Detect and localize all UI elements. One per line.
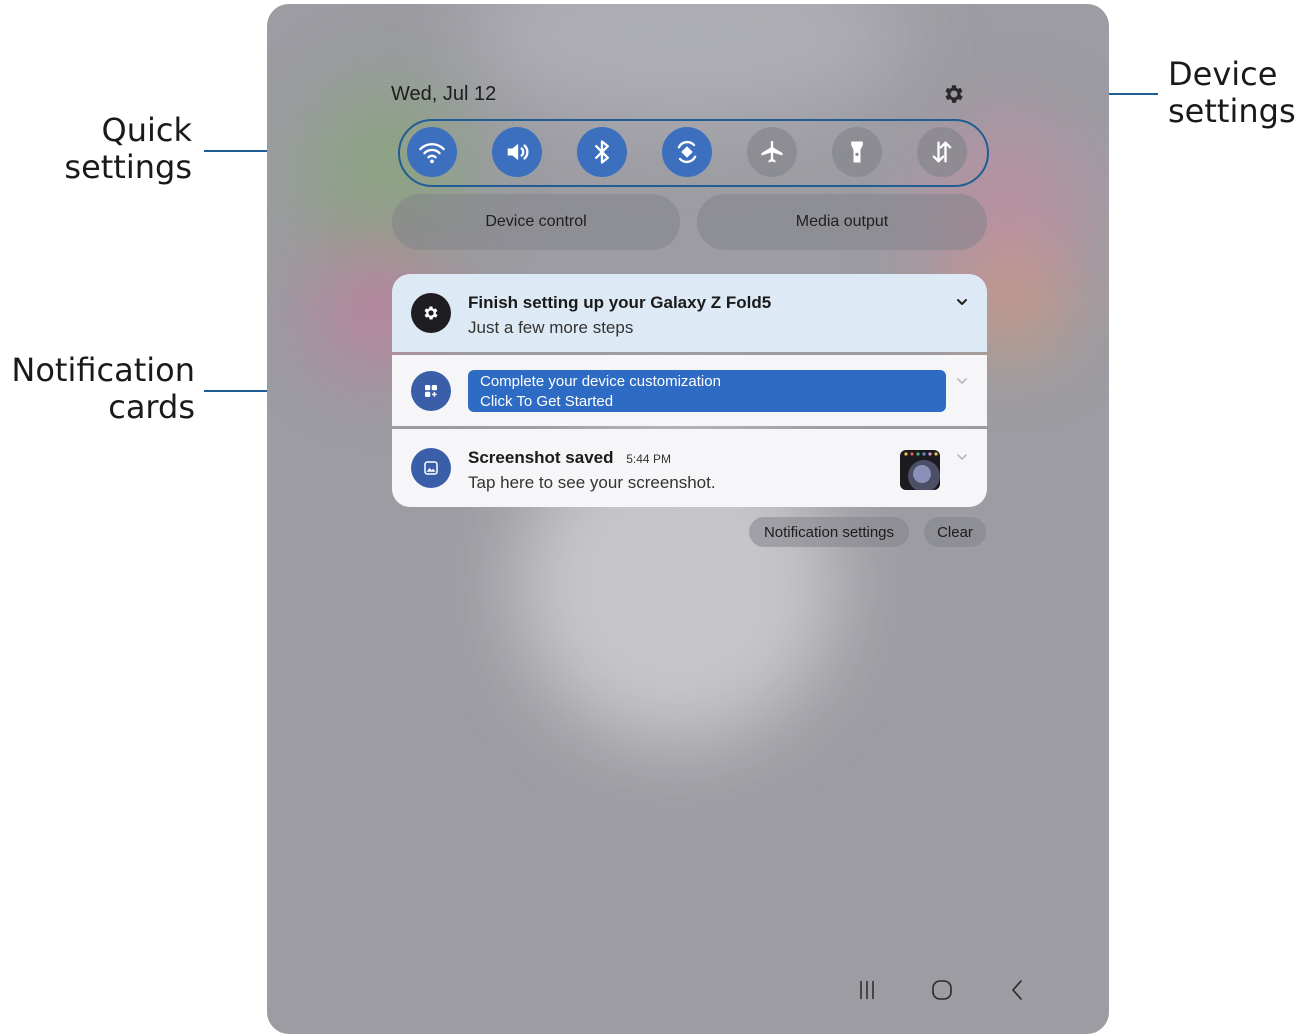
chevron-down-icon[interactable] bbox=[955, 374, 969, 388]
callout-text: Notification bbox=[11, 351, 195, 389]
notification-title-text: Screenshot saved bbox=[468, 448, 614, 467]
callout-device-settings: Device settings bbox=[1168, 56, 1303, 130]
airplane-toggle[interactable] bbox=[747, 127, 797, 177]
notification-title: Complete your device customization bbox=[480, 373, 721, 390]
notification-card-setup[interactable]: Finish setting up your Galaxy Z Fold5 Ju… bbox=[392, 274, 987, 352]
mobile-data-icon bbox=[932, 141, 952, 163]
notification-time: 5:44 PM bbox=[626, 452, 671, 466]
screenshot-thumbnail bbox=[900, 450, 940, 490]
sound-toggle[interactable] bbox=[492, 127, 542, 177]
home-icon[interactable] bbox=[930, 978, 954, 1002]
notification-title: Finish setting up your Galaxy Z Fold5 bbox=[468, 293, 772, 312]
airplane-icon bbox=[761, 140, 783, 163]
notification-settings-button[interactable]: Notification settings bbox=[749, 517, 909, 547]
callout-text: settings bbox=[1168, 92, 1296, 130]
callout-text: Quick bbox=[101, 111, 192, 149]
customize-icon bbox=[411, 371, 451, 411]
device-control-button[interactable]: Device control bbox=[392, 194, 680, 250]
auto-rotate-icon bbox=[677, 140, 697, 164]
callout-notification-cards: Notification cards bbox=[2, 352, 195, 426]
bluetooth-toggle[interactable] bbox=[577, 127, 627, 177]
notification-title: Screenshot saved 5:44 PM bbox=[468, 448, 671, 468]
back-icon[interactable] bbox=[1005, 978, 1029, 1002]
notification-card-screenshot[interactable]: Screenshot saved 5:44 PM Tap here to see… bbox=[392, 429, 987, 507]
tablet-screen: Wed, Jul 12 Device control Media output … bbox=[267, 4, 1109, 1034]
sound-icon bbox=[507, 143, 529, 161]
mobile-data-toggle[interactable] bbox=[917, 127, 967, 177]
clear-button[interactable]: Clear bbox=[924, 517, 986, 547]
bluetooth-icon bbox=[595, 140, 609, 164]
auto-rotate-toggle[interactable] bbox=[662, 127, 712, 177]
wifi-icon bbox=[419, 143, 445, 164]
quick-settings-row bbox=[407, 127, 967, 177]
gear-icon[interactable] bbox=[942, 82, 966, 106]
settings-icon bbox=[411, 293, 451, 333]
customization-cta-banner[interactable]: Complete your device customization Click… bbox=[468, 370, 946, 412]
media-output-button[interactable]: Media output bbox=[697, 194, 987, 250]
chevron-down-icon[interactable] bbox=[955, 450, 969, 464]
gallery-icon bbox=[411, 448, 451, 488]
callout-text: cards bbox=[108, 388, 195, 426]
flashlight-toggle[interactable] bbox=[832, 127, 882, 177]
chevron-down-icon[interactable] bbox=[955, 295, 969, 309]
wifi-toggle[interactable] bbox=[407, 127, 457, 177]
date-label: Wed, Jul 12 bbox=[391, 83, 497, 105]
flashlight-icon bbox=[851, 141, 863, 163]
callout-text: settings bbox=[64, 148, 192, 186]
notification-subtitle: Click To Get Started bbox=[480, 393, 614, 410]
notification-subtitle: Tap here to see your screenshot. bbox=[468, 473, 716, 492]
notification-card-customization[interactable]: Complete your device customization Click… bbox=[392, 355, 987, 426]
callout-quick-settings: Quick settings bbox=[40, 112, 192, 186]
notification-subtitle: Just a few more steps bbox=[468, 318, 634, 337]
callout-text: Device bbox=[1168, 55, 1278, 93]
recents-icon[interactable] bbox=[855, 978, 879, 1002]
